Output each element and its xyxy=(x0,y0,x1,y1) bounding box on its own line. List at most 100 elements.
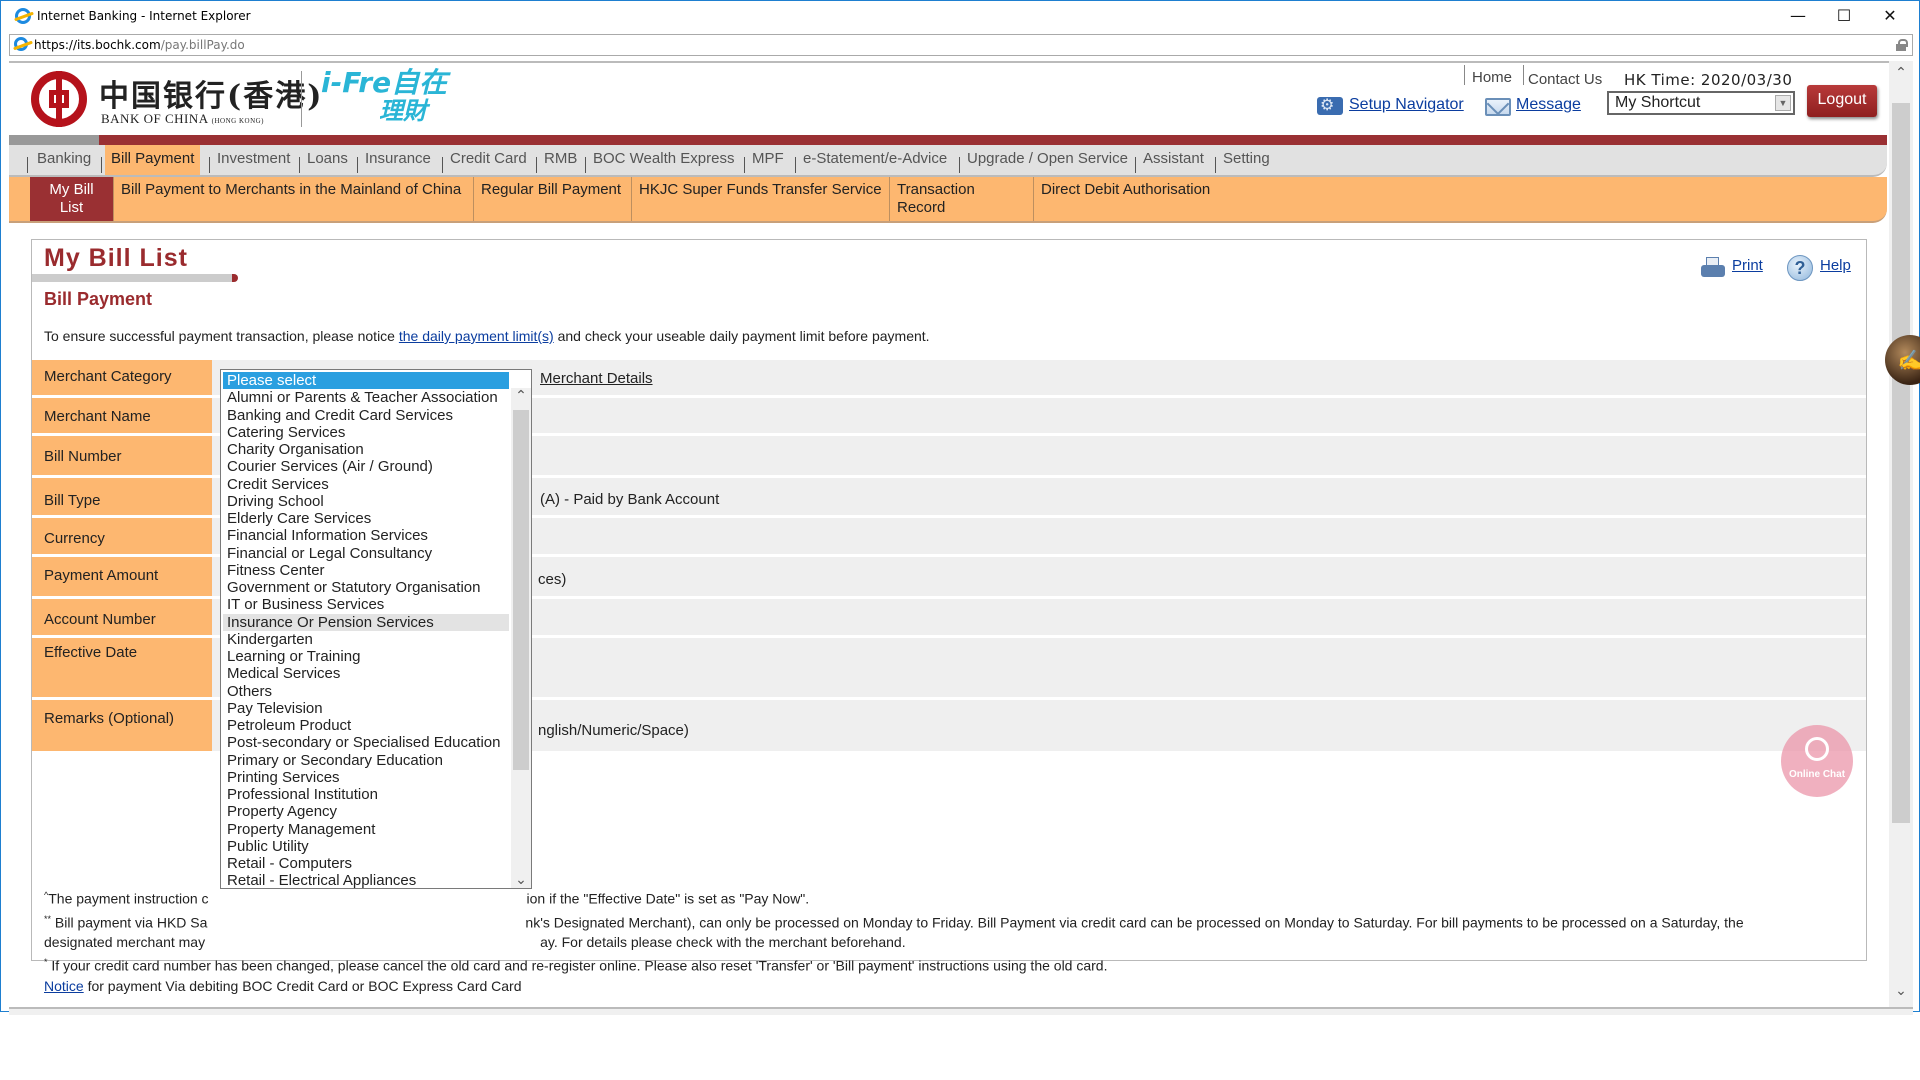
print-link[interactable]: Print xyxy=(1732,257,1763,274)
dropdown-option[interactable]: Primary or Secondary Education xyxy=(223,752,509,769)
scroll-down-icon[interactable]: ⌄ xyxy=(1889,983,1913,1003)
dropdown-option[interactable]: Courier Services (Air / Ground) xyxy=(223,458,509,475)
subnav-item-hkjc-super-funds[interactable]: HKJC Super Funds Transfer Service xyxy=(632,177,890,221)
dropdown-option[interactable]: Elderly Care Services xyxy=(223,510,509,527)
dropdown-option[interactable]: Kindergarten xyxy=(223,631,509,648)
nav-item-assistant[interactable]: Assistant xyxy=(1137,145,1210,175)
dropdown-option[interactable]: Professional Institution xyxy=(223,786,509,803)
nav-item-loans[interactable]: Loans xyxy=(301,145,354,175)
nav-item-e-statement[interactable]: e-Statement/e-Advice xyxy=(797,145,953,175)
minimize-button[interactable]: — xyxy=(1775,1,1821,31)
lock-icon[interactable] xyxy=(1896,39,1908,51)
dropdown-option[interactable]: Medical Services xyxy=(223,665,509,682)
ifree-logo-top: i-Fre自在 xyxy=(321,66,448,99)
footnote-text: ion if the "Effective Date" is set as "P… xyxy=(526,890,810,907)
dropdown-option[interactable]: Post-secondary or Specialised Education xyxy=(223,734,509,751)
form-label: Payment Amount xyxy=(32,557,212,596)
home-link[interactable]: Home xyxy=(1472,69,1512,86)
notice-link[interactable]: Notice xyxy=(44,978,84,994)
dropdown-option[interactable]: Property Management xyxy=(223,821,509,838)
dropdown-option[interactable]: Banking and Credit Card Services xyxy=(223,407,509,424)
dropdown-option[interactable]: Fitness Center xyxy=(223,562,509,579)
remarks-hint: nglish/Numeric/Space) xyxy=(538,722,689,739)
dropdown-option[interactable]: Printing Services xyxy=(223,769,509,786)
dropdown-option[interactable]: Driving School xyxy=(223,493,509,510)
subnav-item-regular-bill-payment[interactable]: Regular Bill Payment xyxy=(474,177,632,221)
dropdown-option[interactable]: Please select xyxy=(223,372,509,389)
contact-us-link[interactable]: Contact Us xyxy=(1528,71,1602,88)
top-link-separator xyxy=(1464,65,1465,85)
footnote-text: designated merchant may xyxy=(44,934,206,951)
my-shortcut-select[interactable]: My Shortcut ▼ xyxy=(1607,91,1795,115)
nav-item-rmb[interactable]: RMB xyxy=(538,145,583,175)
daily-payment-limit-link[interactable]: the daily payment limit(s) xyxy=(399,328,554,344)
dropdown-option[interactable]: Credit Services xyxy=(223,476,509,493)
maximize-button[interactable]: ☐ xyxy=(1821,1,1867,31)
nav-item-mpf[interactable]: MPF xyxy=(746,145,790,175)
footnote-text: The payment instruction c xyxy=(48,890,209,907)
dropdown-option[interactable]: Property Agency xyxy=(223,803,509,820)
dropdown-option[interactable]: Petroleum Product xyxy=(223,717,509,734)
page-scrollbar[interactable]: ⌃ ⌄ xyxy=(1889,61,1913,1007)
setup-navigator-icon[interactable] xyxy=(1317,95,1343,115)
brand-bar-accent xyxy=(9,135,99,145)
dropdown-option[interactable]: Government or Statutory Organisation xyxy=(223,579,509,596)
boc-logo-icon[interactable] xyxy=(31,71,87,127)
scroll-up-icon[interactable]: ⌃ xyxy=(1889,65,1913,85)
dropdown-option[interactable]: Financial Information Services xyxy=(223,527,509,544)
nav-separator xyxy=(357,157,358,173)
help-link[interactable]: Help xyxy=(1820,257,1851,274)
online-chat-button[interactable]: Online Chat xyxy=(1781,725,1853,797)
merchant-details-link[interactable]: Merchant Details xyxy=(540,370,653,387)
help-icon[interactable]: ? xyxy=(1787,255,1813,281)
scroll-down-icon[interactable]: ⌄ xyxy=(511,872,531,888)
setup-navigator-link[interactable]: Setup Navigator xyxy=(1349,96,1464,114)
nav-item-upgrade-open-service[interactable]: Upgrade / Open Service xyxy=(961,145,1134,175)
dropdown-option[interactable]: Others xyxy=(223,683,509,700)
chevron-down-icon[interactable]: ▼ xyxy=(1775,95,1791,111)
logo-divider xyxy=(301,71,302,127)
dropdown-option[interactable]: Learning or Training xyxy=(223,648,509,665)
top-link-separator xyxy=(1523,65,1524,85)
nav-item-setting[interactable]: Setting xyxy=(1217,145,1276,175)
dropdown-option[interactable]: Financial or Legal Consultancy xyxy=(223,545,509,562)
dropdown-option[interactable]: Alumni or Parents & Teacher Association xyxy=(223,389,509,406)
online-chat-label: Online Chat xyxy=(1788,769,1846,780)
nav-separator xyxy=(1135,157,1136,173)
dropdown-scroll-thumb[interactable] xyxy=(513,410,529,770)
subnav-item-transaction-record[interactable]: Transaction Record xyxy=(890,177,1034,221)
nav-item-insurance[interactable]: Insurance xyxy=(359,145,437,175)
subnav-item-mainland-merchants[interactable]: Bill Payment to Merchants in the Mainlan… xyxy=(114,177,474,221)
dropdown-option[interactable]: Retail - Computers xyxy=(223,855,509,872)
message-link[interactable]: Message xyxy=(1516,96,1581,114)
dropdown-option[interactable]: Charity Organisation xyxy=(223,441,509,458)
dropdown-option[interactable]: Catering Services xyxy=(223,424,509,441)
dropdown-scrollbar[interactable]: ⌃ ⌄ xyxy=(511,388,531,888)
subnav-item-direct-debit[interactable]: Direct Debit Authorisation xyxy=(1034,177,1234,221)
close-window-button[interactable]: ✕ xyxy=(1867,1,1913,31)
scroll-up-icon[interactable]: ⌃ xyxy=(511,388,531,404)
nav-item-boc-wealth-express[interactable]: BOC Wealth Express xyxy=(587,145,740,175)
logout-button[interactable]: Logout xyxy=(1807,85,1877,117)
form-label: Account Number xyxy=(32,599,212,635)
logo-english-name: BANK OF CHINA (HONG KONG) xyxy=(101,111,264,127)
dropdown-option[interactable]: IT or Business Services xyxy=(223,596,509,613)
footnote-text: ay. For details please check with the me… xyxy=(540,934,906,951)
address-bar[interactable]: https://its.bochk.com/pay.billPay.do xyxy=(9,34,1913,56)
dropdown-option[interactable]: Retail - Electrical Appliances xyxy=(223,872,509,888)
nav-item-banking[interactable]: Banking xyxy=(31,145,97,175)
dropdown-option[interactable]: Public Utility xyxy=(223,838,509,855)
nav-item-bill-payment[interactable]: Bill Payment xyxy=(105,145,201,175)
page-scroll-thumb[interactable] xyxy=(1892,103,1910,823)
page-title: My Bill List xyxy=(44,244,188,272)
dropdown-option[interactable]: Insurance Or Pension Services xyxy=(223,613,509,631)
url-text[interactable]: https://its.bochk.com/pay.billPay.do xyxy=(34,38,245,52)
message-icon[interactable] xyxy=(1485,98,1511,116)
merchant-category-dropdown-list[interactable]: Please select Alumni or Parents & Teacher… xyxy=(220,369,532,889)
subnav-item-my-bill-list[interactable]: My Bill List xyxy=(30,177,114,221)
printer-icon[interactable] xyxy=(1701,256,1725,278)
form-label: Merchant Name xyxy=(32,398,212,433)
dropdown-option[interactable]: Pay Television xyxy=(223,700,509,717)
nav-item-investment[interactable]: Investment xyxy=(211,145,296,175)
nav-item-credit-card[interactable]: Credit Card xyxy=(444,145,533,175)
